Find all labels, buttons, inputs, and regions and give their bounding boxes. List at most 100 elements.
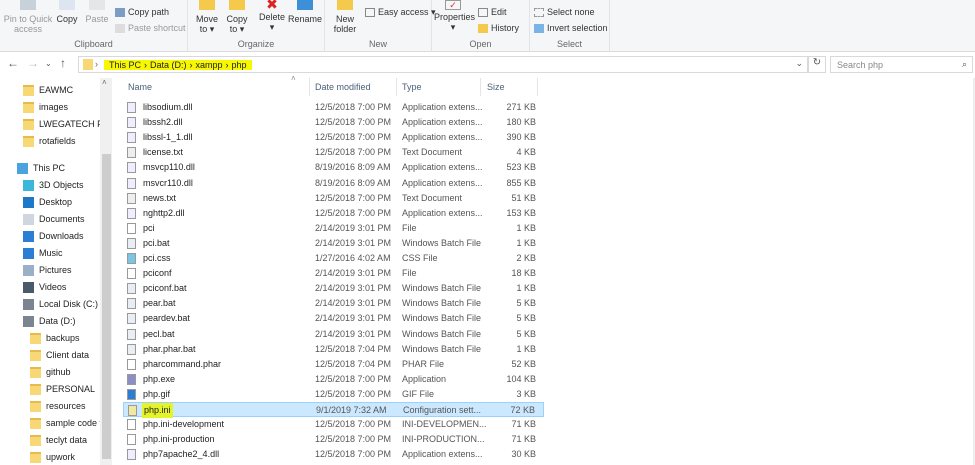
table-row[interactable]: libssh2.dll 12/5/2018 7:00 PM Application …	[123, 115, 544, 130]
column-header-name[interactable]: Name	[128, 78, 152, 96]
sidebar-item[interactable]: backups	[30, 330, 80, 346]
file-date: 12/5/2018 7:00 PM	[315, 192, 392, 203]
move-to-button[interactable]: Move to ▾	[194, 0, 220, 34]
column-divider[interactable]	[309, 78, 310, 96]
table-row[interactable]: libssl-1_1.dll 12/5/2018 7:00 PM Applicati…	[123, 130, 544, 145]
pictures-icon	[23, 265, 34, 277]
sidebar-item[interactable]: rotafields	[23, 133, 76, 149]
sidebar-item[interactable]: Downloads	[23, 228, 84, 244]
breadcrumb-data-d[interactable]: Data (D:)	[150, 60, 187, 70]
table-row[interactable]: msvcr110.dll 8/19/2016 8:09 AM Application…	[123, 176, 544, 191]
column-header-size[interactable]: Size	[487, 78, 505, 96]
sidebar-item[interactable]: Client data	[30, 347, 89, 363]
edit-label: Edit	[491, 7, 507, 17]
dll-icon	[127, 102, 136, 113]
edit-button[interactable]: Edit	[478, 7, 507, 18]
address-bar[interactable]: › This PC › Data (D:) › xampp › php ⌄	[78, 56, 808, 73]
table-row[interactable]: php.ini-development 12/5/2018 7:00 PM INI-…	[123, 417, 544, 432]
table-row[interactable]: pharcommand.phar 12/5/2018 7:04 PM PHAR Fi…	[123, 357, 544, 372]
sidebar-item[interactable]: LWEGATECH PO	[23, 116, 110, 132]
invert-selection-button[interactable]: Invert selection	[534, 23, 608, 34]
sidebar-item[interactable]: This PC	[17, 160, 65, 176]
table-row[interactable]: php.gif 12/5/2018 7:00 PM GIF File 3 KB	[123, 387, 544, 402]
table-row[interactable]: php7apache2_4.dll 12/5/2018 7:00 PM Applic…	[123, 447, 544, 462]
table-row[interactable]: php.ini 9/1/2019 7:32 AM Configuration set…	[123, 402, 544, 418]
pin-quick-access-button[interactable]: Pin to Quick access	[3, 0, 53, 34]
scroll-up-icon[interactable]: ˄	[102, 78, 107, 87]
table-row[interactable]: pci 2/14/2019 3:01 PM File 1 KB	[123, 221, 544, 236]
sidebar-item[interactable]: EAWMC	[23, 82, 73, 98]
table-row[interactable]: pciconf 2/14/2019 3:01 PM File 18 KB	[123, 266, 544, 281]
table-row[interactable]: pear.bat 2/14/2019 3:01 PM Windows Batch F…	[123, 296, 544, 311]
table-row[interactable]: libsodium.dll 12/5/2018 7:00 PM Applicatio…	[123, 100, 544, 115]
column-divider[interactable]	[480, 78, 481, 96]
sidebar-item[interactable]: Data (D:)	[23, 313, 76, 329]
column-header-date[interactable]: Date modified	[315, 78, 371, 96]
paste-button[interactable]: Paste	[84, 0, 110, 24]
table-row[interactable]: msvcp110.dll 8/19/2016 8:09 AM Application…	[123, 160, 544, 175]
forward-icon[interactable]: →	[27, 56, 39, 70]
file-size: 5 KB	[516, 313, 536, 324]
table-row[interactable]: pci.css 1/27/2016 4:02 AM CSS File 2 KB	[123, 251, 544, 266]
rename-button[interactable]: Rename	[288, 0, 322, 24]
table-row[interactable]: pciconf.bat 2/14/2019 3:01 PM Windows Batc…	[123, 281, 544, 296]
back-icon[interactable]: ←	[7, 56, 19, 70]
sidebar-item[interactable]: github	[30, 364, 71, 380]
column-header-type[interactable]: Type	[402, 78, 422, 96]
sidebar-item[interactable]: Videos	[23, 279, 66, 295]
sidebar-item[interactable]: 3D Objects	[23, 177, 84, 193]
file-date: 12/5/2018 7:00 PM	[315, 449, 392, 460]
delete-button[interactable]: ✖ Delete ▾	[258, 0, 286, 32]
sidebar-item[interactable]: Music	[23, 245, 63, 261]
column-divider[interactable]	[537, 78, 538, 96]
file-date: 12/5/2018 7:00 PM	[315, 147, 392, 158]
file-date: 2/14/2019 3:01 PM	[315, 328, 392, 339]
sidebar-item[interactable]: images	[23, 99, 68, 115]
table-row[interactable]: nghttp2.dll 12/5/2018 7:00 PM Application …	[123, 206, 544, 221]
copy-button[interactable]: Copy	[55, 0, 79, 24]
sidebar-item[interactable]: Local Disk (C:)	[23, 296, 98, 312]
table-row[interactable]: peardev.bat 2/14/2019 3:01 PM Windows Batc…	[123, 311, 544, 326]
history-icon	[478, 24, 488, 34]
sidebar-item[interactable]: PERSONAL	[30, 381, 95, 397]
history-button[interactable]: History	[478, 23, 519, 34]
sidebar-item[interactable]: resources	[30, 398, 86, 414]
copy-path-button[interactable]: Copy path	[115, 7, 169, 18]
scrollbar-thumb[interactable]	[102, 154, 111, 459]
recent-locations-icon[interactable]: ⌄	[45, 59, 52, 68]
pin-icon	[20, 0, 36, 10]
sidebar-item[interactable]: sample code fc	[30, 415, 107, 431]
breadcrumb-php[interactable]: php	[232, 60, 247, 70]
table-row[interactable]: pecl.bat 2/14/2019 3:01 PM Windows Batch F…	[123, 327, 544, 342]
sidebar-item[interactable]: upwork	[30, 449, 75, 465]
table-row[interactable]: phar.phar.bat 12/5/2018 7:04 PM Windows Ba…	[123, 342, 544, 357]
navigation-scrollbar[interactable]: ˄	[100, 78, 112, 465]
table-row[interactable]: license.txt 12/5/2018 7:00 PM Text Documen…	[123, 145, 544, 160]
breadcrumb-this-pc[interactable]: This PC	[109, 60, 141, 70]
breadcrumb-xampp[interactable]: xampp	[196, 60, 223, 70]
table-row[interactable]: news.txt 12/5/2018 7:00 PM Text Document 51…	[123, 191, 544, 206]
paste-shortcut-button[interactable]: Paste shortcut	[115, 23, 186, 34]
delete-label: Delete	[258, 12, 285, 22]
sidebar-item[interactable]: Documents	[23, 211, 85, 227]
easy-access-button[interactable]: Easy access ▾	[365, 7, 436, 18]
up-icon[interactable]: ↑	[60, 56, 66, 70]
column-divider[interactable]	[396, 78, 397, 96]
table-row[interactable]: php.exe 12/5/2018 7:00 PM Application 104 K…	[123, 372, 544, 387]
select-none-button[interactable]: Select none	[534, 7, 595, 18]
copy-to-button[interactable]: Copy to ▾	[224, 0, 250, 34]
sidebar-item[interactable]: Desktop	[23, 194, 72, 210]
table-row[interactable]: pci.bat 2/14/2019 3:01 PM Windows Batch Fi…	[123, 236, 544, 251]
table-row-partial[interactable]	[123, 88, 544, 93]
address-dropdown-icon[interactable]: ⌄	[795, 58, 803, 69]
file-date: 9/1/2019 7:32 AM	[316, 405, 387, 415]
refresh-icon[interactable]: ↻	[808, 56, 826, 73]
properties-icon: ✓	[445, 0, 461, 10]
file-icon	[127, 222, 136, 234]
properties-button[interactable]: ✓ Properties ▾	[434, 0, 475, 32]
sidebar-item[interactable]: Pictures	[23, 262, 72, 278]
sidebar-item[interactable]: teclyt data	[30, 432, 87, 448]
search-input[interactable]: Search php ⌕	[830, 56, 973, 73]
new-folder-button[interactable]: New folder	[330, 0, 360, 34]
table-row[interactable]: php.ini-production 12/5/2018 7:00 PM INI-P…	[123, 432, 544, 447]
